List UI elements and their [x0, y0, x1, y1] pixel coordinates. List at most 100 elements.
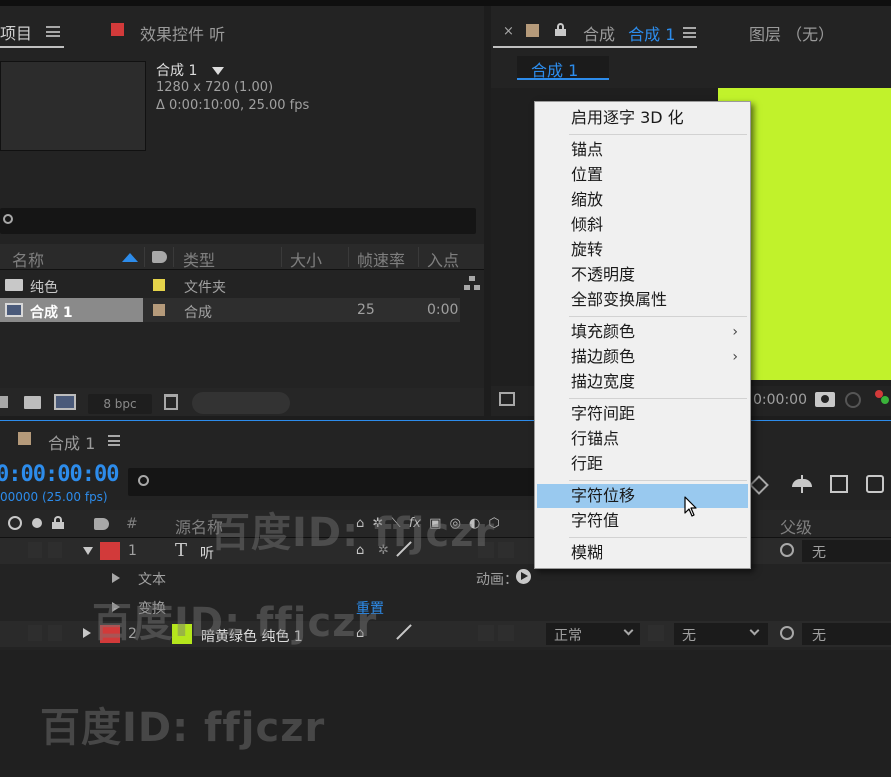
row-label-swatch — [153, 279, 165, 291]
new-folder-icon[interactable] — [24, 396, 41, 409]
after-effects-window: 项目 效果控件 听 合成 1 1280 x 720 (1.00) Δ 0:00:… — [0, 0, 891, 777]
timeline-search-input[interactable] — [128, 468, 538, 496]
camera-icon[interactable] — [815, 392, 835, 407]
expand-triangle-icon[interactable] — [83, 628, 91, 638]
parent-value: 无 — [812, 545, 826, 561]
track-matte-dropdown[interactable]: 无 — [674, 623, 768, 645]
menu-item-line-anchor[interactable]: 行锚点 — [537, 427, 748, 451]
hamburger-icon[interactable] — [683, 27, 696, 38]
menu-item-stroke-color[interactable]: 描边颜色 › — [537, 345, 748, 369]
project-scrollbar[interactable] — [192, 392, 290, 414]
comp-breadcrumb[interactable]: 合成 1 — [517, 56, 609, 80]
label-tag-icon — [152, 251, 167, 263]
viewer-timecode[interactable]: 0:00:00 — [753, 392, 807, 408]
project-tab-underline — [0, 46, 64, 48]
pickwhip-icon[interactable] — [780, 543, 794, 557]
menu-item-fill-color[interactable]: 填充颜色 › — [537, 320, 748, 344]
comp-tab-active-name: 合成 1 — [628, 25, 676, 44]
expand-triangle-icon[interactable] — [83, 547, 93, 555]
column-name[interactable]: 名称 — [12, 247, 44, 271]
effects-controls-tab[interactable]: 效果控件 听 — [140, 21, 225, 45]
parent-dropdown[interactable]: 无 — [802, 623, 891, 645]
parent-dropdown[interactable]: 无 — [802, 540, 891, 562]
menu-item-position[interactable]: 位置 — [537, 163, 748, 187]
menu-item-skew[interactable]: 倾斜 — [537, 213, 748, 237]
menu-item-opacity[interactable]: 不透明度 — [537, 263, 748, 287]
project-tab[interactable]: 项目 — [0, 20, 32, 44]
new-composition-icon[interactable] — [54, 394, 76, 410]
column-fps[interactable]: 帧速率 — [357, 247, 405, 271]
comp-duration: Δ 0:00:10:00, 25.00 fps — [156, 98, 310, 113]
number-column-icon: # — [126, 516, 138, 532]
trash-icon[interactable] — [164, 394, 178, 410]
folder-icon — [5, 279, 23, 291]
menu-item-stroke-width[interactable]: 描边宽度 — [537, 370, 748, 394]
interpret-footage-icon[interactable] — [0, 396, 8, 408]
audio-icon[interactable] — [8, 516, 22, 530]
search-icon — [138, 475, 149, 486]
lock-icon[interactable] — [555, 23, 566, 36]
3d-draft-icon[interactable] — [749, 475, 769, 495]
timeline-timecode[interactable]: 0:00:00:00 — [0, 462, 119, 487]
bpc-button[interactable]: 8 bpc — [88, 394, 152, 414]
hamburger-icon[interactable] — [46, 26, 60, 37]
comp-tab[interactable]: 合成 合成 1 — [583, 21, 675, 45]
row-in: 0:00 — [427, 302, 459, 318]
comp-info-name-row[interactable]: 合成 1 — [156, 60, 224, 80]
timeline-top-border — [0, 420, 891, 421]
project-panel: 项目 效果控件 听 合成 1 1280 x 720 (1.00) Δ 0:00:… — [0, 6, 484, 416]
motion-blur-icon[interactable] — [866, 475, 884, 493]
list-item-selected[interactable]: 合成 1 合成 25 0:00 — [0, 298, 460, 322]
color-channel-icon[interactable] — [875, 390, 891, 408]
blend-mode-dropdown[interactable]: 正常 — [546, 623, 640, 645]
expand-triangle-icon[interactable] — [112, 573, 120, 583]
property-group-row[interactable]: 文本 动画： — [0, 565, 540, 591]
timeline-tab-label[interactable]: 合成 1 — [48, 430, 95, 454]
animate-context-menu: 启用逐字 3D 化 锚点 位置 缩放 倾斜 旋转 不透明度 全部变换属性 填充颜… — [534, 101, 751, 569]
composition-icon — [5, 303, 23, 317]
menu-item-enable-per-character-3d[interactable]: 启用逐字 3D 化 — [537, 106, 748, 130]
lock-icon[interactable] — [52, 516, 64, 529]
pickwhip-icon[interactable] — [780, 626, 794, 640]
frame-blending-icon[interactable] — [830, 475, 848, 493]
column-type[interactable]: 类型 — [183, 247, 215, 271]
menu-item-line-spacing[interactable]: 行距 — [537, 452, 748, 476]
layer-tab[interactable]: 图层 （无） — [749, 21, 834, 45]
menu-item-blur[interactable]: 模糊 — [537, 541, 748, 565]
close-icon[interactable]: × — [503, 24, 514, 39]
comp-tab-swatch — [526, 24, 539, 37]
sort-ascending-icon[interactable] — [122, 253, 138, 262]
menu-item-character-offset[interactable]: 字符位移 — [537, 484, 748, 508]
list-item[interactable]: 纯色 文件夹 — [0, 274, 460, 298]
menu-item-character-value[interactable]: 字符值 — [537, 509, 748, 533]
row-name: 纯色 — [30, 280, 58, 296]
menu-item-scale[interactable]: 缩放 — [537, 188, 748, 212]
show-snapshot-icon[interactable] — [845, 392, 861, 408]
menu-item-all-transform-properties[interactable]: 全部变换属性 — [537, 288, 748, 312]
menu-item-tracking[interactable]: 字符间距 — [537, 402, 748, 426]
comp-tab-label: 合成 — [583, 25, 616, 44]
layer-label-swatch[interactable] — [100, 542, 120, 560]
column-parent[interactable]: 父级 — [780, 514, 812, 538]
animate-menu-button[interactable] — [516, 569, 531, 584]
column-size[interactable]: 大小 — [290, 247, 322, 271]
project-search-input[interactable] — [0, 208, 476, 234]
watermark: 百度ID: ffjczr — [92, 600, 378, 646]
menu-item-rotation[interactable]: 旋转 — [537, 238, 748, 262]
column-in-point[interactable]: 入点 — [427, 247, 459, 271]
breadcrumb-label: 合成 1 — [531, 61, 579, 80]
shy-layers-icon[interactable] — [792, 475, 812, 493]
text-layer-icon: T — [175, 540, 188, 561]
always-preview-icon[interactable] — [499, 392, 515, 406]
project-tab-label: 项目 — [0, 24, 33, 43]
row-type: 合成 — [184, 305, 212, 321]
quality-switch-icon[interactable] — [396, 624, 412, 640]
dropdown-triangle-icon[interactable] — [211, 67, 224, 75]
solo-icon[interactable] — [32, 518, 42, 528]
menu-item-anchor-point[interactable]: 锚点 — [537, 138, 748, 162]
track-matte-value: 无 — [682, 628, 696, 644]
blend-mode-value: 正常 — [554, 628, 582, 644]
flowchart-icon[interactable] — [464, 276, 480, 290]
close-icon[interactable] — [0, 432, 6, 446]
hamburger-icon[interactable] — [108, 435, 120, 446]
